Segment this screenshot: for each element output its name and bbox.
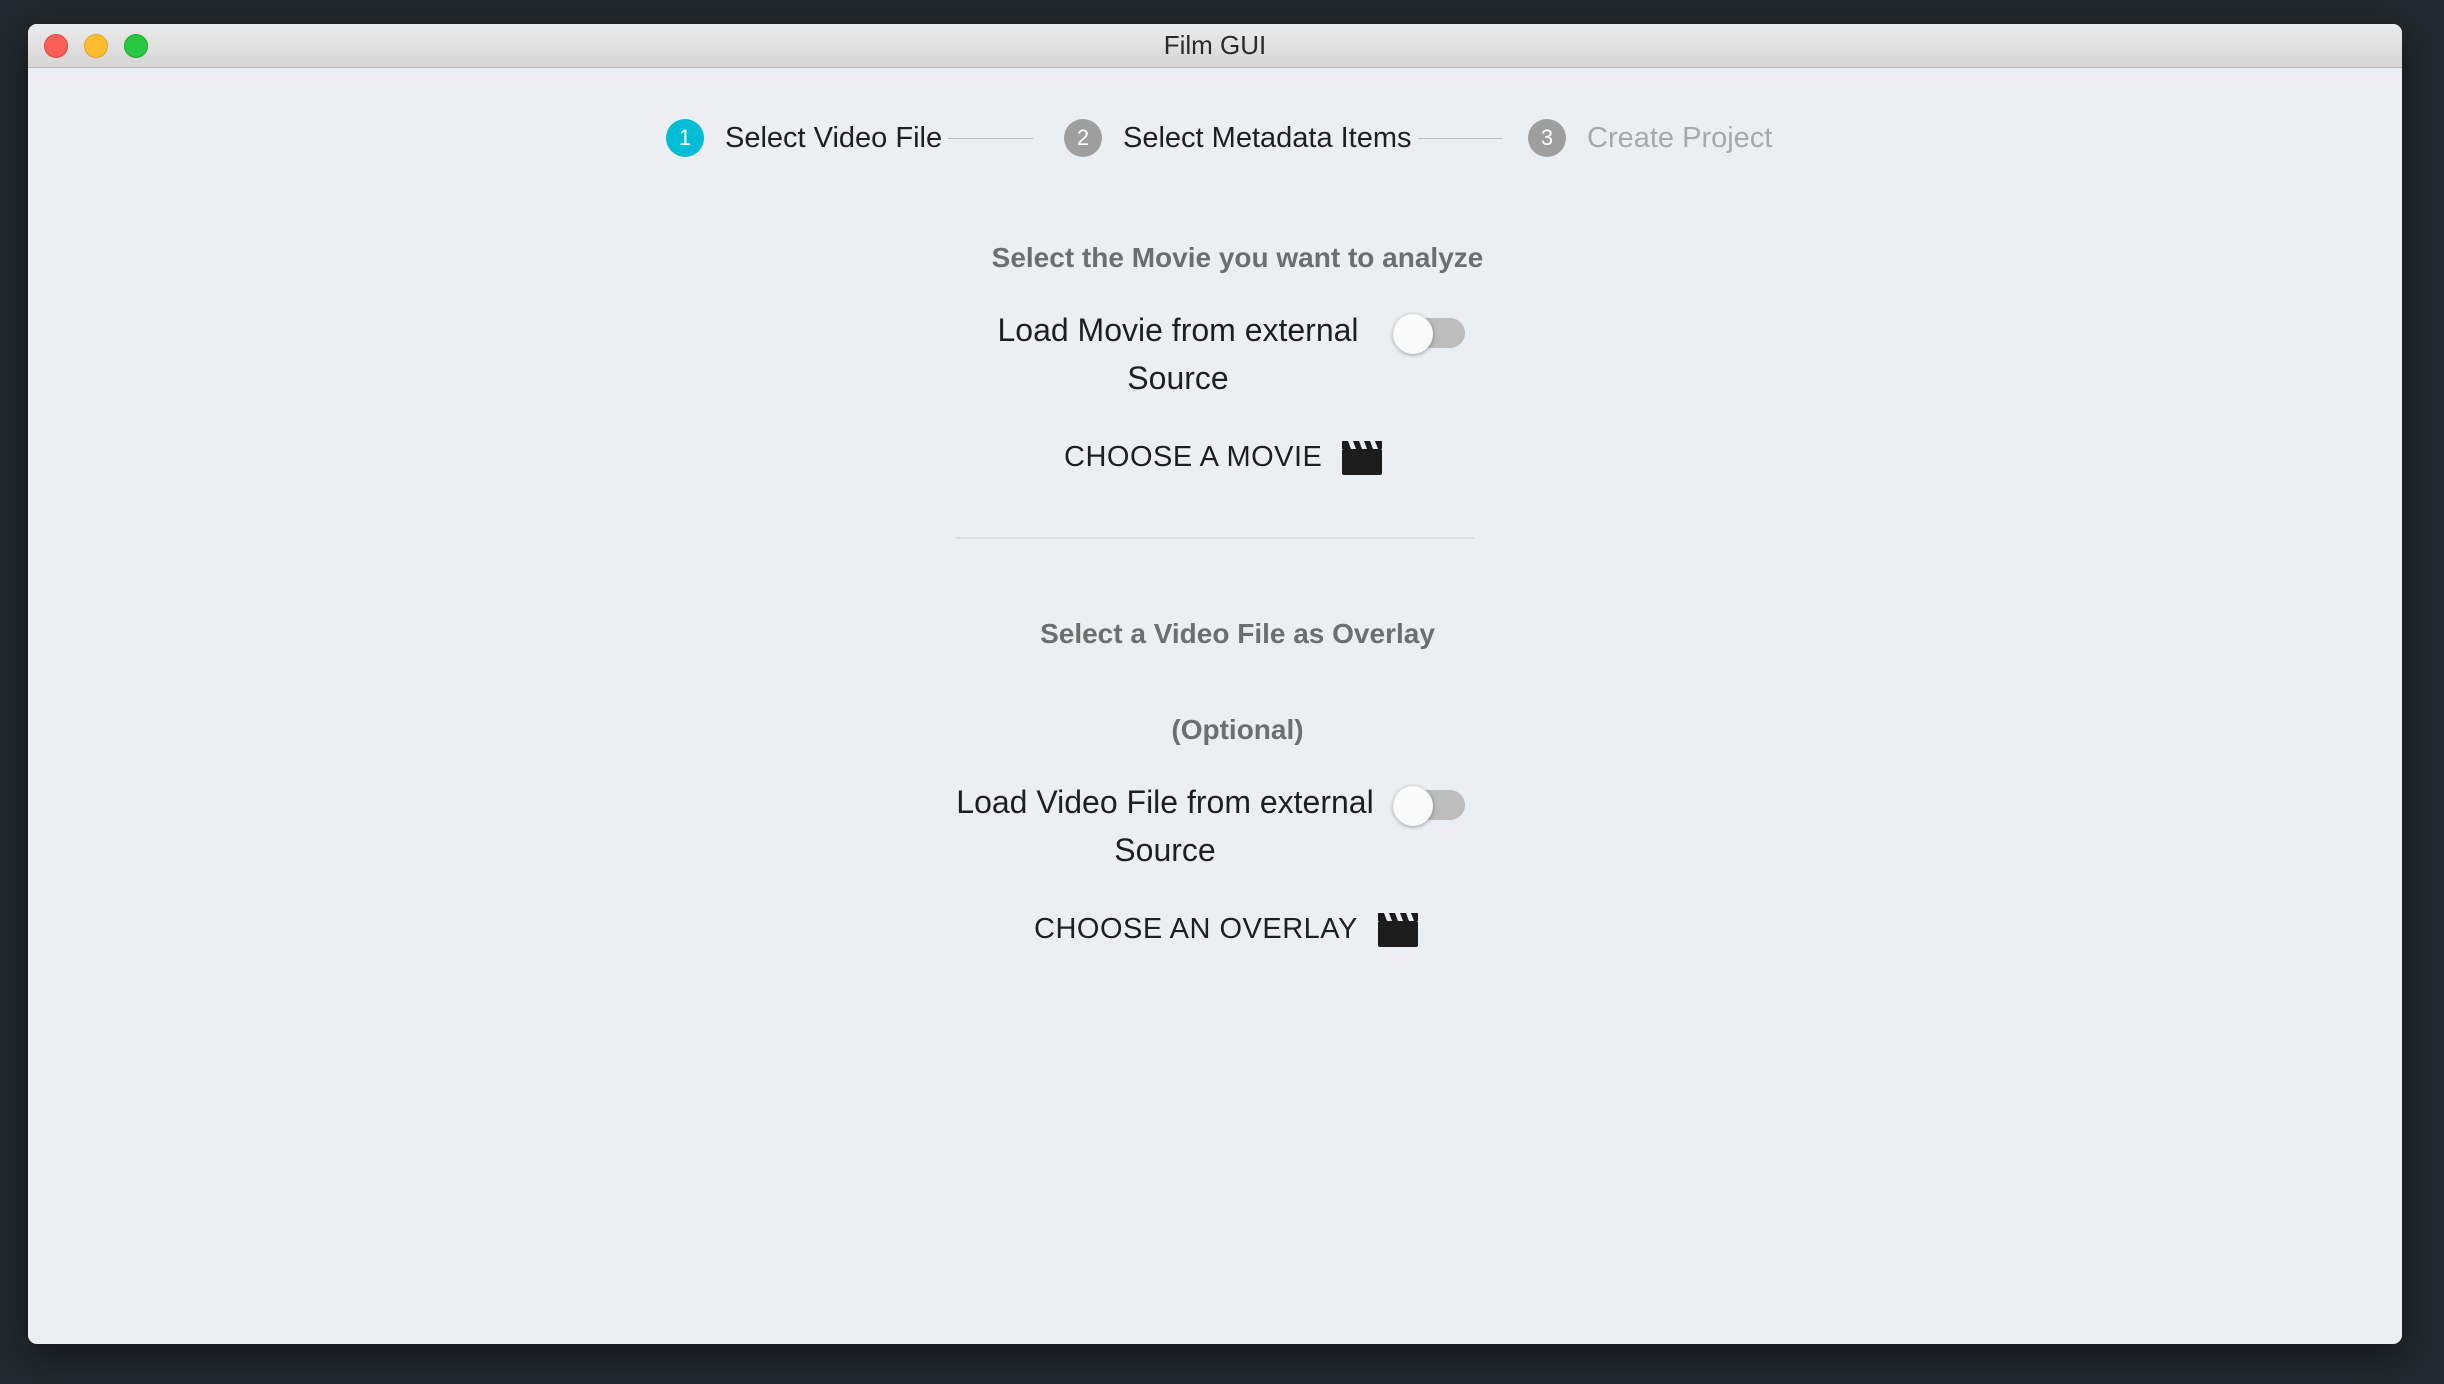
movie-clapperboard-icon <box>1342 441 1383 475</box>
toggle-thumb <box>1393 786 1433 826</box>
step-select-video-file[interactable]: 1 Select Video File <box>666 116 942 160</box>
step-label: Select Video File <box>725 121 943 154</box>
step-number-badge: 1 <box>666 119 704 157</box>
step-number-badge: 3 <box>1528 119 1566 157</box>
choose-movie-label: CHOOSE A MOVIE <box>1064 440 1323 473</box>
choose-overlay-button[interactable]: CHOOSE AN OVERLAY <box>1034 904 1418 954</box>
step-label: Create Project <box>1587 121 1773 154</box>
choose-movie-button[interactable]: CHOOSE A MOVIE <box>1064 432 1383 482</box>
movie-toggle-label: Load Movie from external Source <box>997 312 1359 396</box>
overlay-optional-note: (Optional) <box>1171 714 1304 745</box>
choose-overlay-label: CHOOSE AN OVERLAY <box>1034 912 1358 945</box>
section-divider <box>956 537 1474 539</box>
window-title: Film GUI <box>1163 30 1267 60</box>
overlay-section-heading: Select a Video File as Overlay <box>1040 618 1435 649</box>
toggle-thumb <box>1393 314 1433 354</box>
movie-section-heading: Select the Movie you want to analyze <box>991 242 1484 273</box>
step-connector <box>948 138 1033 139</box>
movie-clapperboard-icon <box>1377 913 1418 947</box>
step-number-badge: 2 <box>1064 119 1102 157</box>
load-overlay-external-toggle[interactable] <box>1393 786 1465 826</box>
step-create-project[interactable]: 3 Create Project <box>1528 116 1772 160</box>
step-label: Select Metadata Items <box>1123 121 1412 154</box>
overlay-toggle-label: Load Video File from external Source <box>956 784 1374 868</box>
stepper: 1 Select Video File 2 Select Metadata It… <box>28 116 2402 160</box>
app-window: Film GUI 1 Select Video File 2 Select Me… <box>28 24 2402 1344</box>
load-movie-external-toggle[interactable] <box>1393 314 1465 354</box>
step-select-metadata-items[interactable]: 2 Select Metadata Items <box>1064 116 1412 160</box>
step-connector <box>1418 138 1503 139</box>
title-bar[interactable]: Film GUI <box>28 24 2402 68</box>
